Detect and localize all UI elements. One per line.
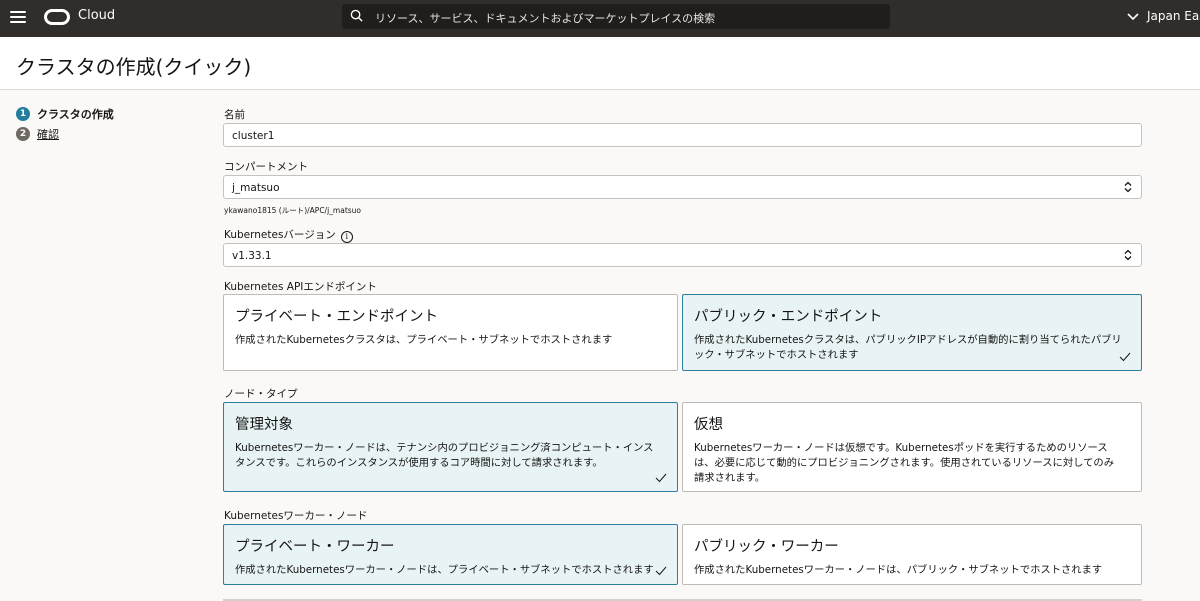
compartment-label: コンパートメント	[224, 161, 308, 173]
card-title: プライベート・ワーカー	[235, 539, 395, 555]
managed-node-card[interactable]: 管理対象 Kubernetesワーカー・ノードは、テナンシ内のプロビジョニング済…	[223, 402, 678, 492]
checkmark-icon	[1119, 352, 1131, 362]
checkmark-icon	[655, 566, 667, 576]
hamburger-menu-icon[interactable]	[10, 11, 26, 25]
step-create-cluster[interactable]: 1 クラスタの作成	[16, 106, 114, 122]
public-endpoint-card[interactable]: パブリック・エンドポイント 作成されたKubernetesクラスタは、パブリック…	[682, 294, 1142, 371]
step-label: 確認	[37, 128, 59, 141]
card-title: プライベート・エンドポイント	[235, 309, 438, 325]
k8s-version-label-text: Kubernetesバージョン	[224, 229, 336, 241]
search-input[interactable]: リソース、サービス、ドキュメントおよびマーケットプレイスの検索	[342, 4, 890, 29]
brand-label[interactable]: Cloud	[78, 8, 115, 23]
search-placeholder: リソース、サービス、ドキュメントおよびマーケットプレイスの検索	[375, 12, 716, 25]
compartment-value: j_matsuo	[232, 182, 280, 194]
oracle-logo-icon[interactable]	[44, 9, 70, 25]
name-value: cluster1	[232, 130, 275, 142]
node-type-label: ノード・タイプ	[224, 388, 298, 400]
virtual-node-card[interactable]: 仮想 Kubernetesワーカー・ノードは仮想です。Kubernetesポッド…	[682, 402, 1142, 492]
info-icon[interactable]: i	[340, 231, 353, 243]
private-worker-card[interactable]: プライベート・ワーカー 作成されたKubernetesワーカー・ノードは、プライ…	[223, 524, 678, 585]
worker-nodes-label: Kubernetesワーカー・ノード	[224, 510, 368, 522]
public-worker-card[interactable]: パブリック・ワーカー 作成されたKubernetesワーカー・ノードは、パブリッ…	[682, 524, 1142, 585]
card-description: 作成されたKubernetesクラスタは、プライベート・サブネットでホストされま…	[235, 334, 613, 346]
card-description: Kubernetesワーカー・ノードは、テナンシ内のプロビジョニング済コンピュー…	[235, 442, 654, 469]
top-header: Cloud リソース、サービス、ドキュメントおよびマーケットプレイスの検索 Ja…	[0, 0, 1200, 37]
step-label: クラスタの作成	[37, 108, 114, 121]
card-title: パブリック・ワーカー	[694, 539, 839, 555]
chevron-down-icon[interactable]	[1127, 10, 1139, 22]
card-description: 作成されたKubernetesワーカー・ノードは、パブリック・サブネットでホスト…	[694, 564, 1103, 576]
k8s-version-label: Kubernetesバージョン i	[224, 227, 353, 243]
select-updown-icon	[1124, 249, 1132, 261]
name-label: 名前	[224, 109, 245, 121]
page-title: クラスタの作成(クイック)	[16, 55, 252, 79]
card-title: 管理対象	[235, 417, 293, 433]
step-number: 2	[16, 127, 30, 141]
search-icon	[350, 9, 363, 22]
card-title: パブリック・エンドポイント	[694, 309, 883, 325]
compartment-select[interactable]: j_matsuo	[223, 175, 1142, 199]
card-description: 作成されたKubernetesワーカー・ノードは、プライベート・サブネットでホス…	[235, 564, 654, 576]
step-number: 1	[16, 107, 30, 121]
private-endpoint-card[interactable]: プライベート・エンドポイント 作成されたKubernetesクラスタは、プライベ…	[223, 294, 678, 371]
k8s-version-value: v1.33.1	[232, 250, 272, 262]
region-selector[interactable]: Japan Eas	[1147, 9, 1200, 23]
k8s-version-select[interactable]: v1.33.1	[223, 243, 1142, 267]
card-description: 作成されたKubernetesクラスタは、パブリックIPアドレスが自動的に割り当…	[694, 334, 1122, 361]
step-review[interactable]: 2 確認	[16, 126, 59, 142]
compartment-path-hint: ykawano1815 (ルート)/APC/j_matsuo	[224, 206, 362, 215]
title-bar: クラスタの作成(クイック)	[0, 37, 1200, 90]
checkmark-icon	[655, 473, 667, 483]
api-endpoint-label: Kubernetes APIエンドポイント	[224, 281, 377, 293]
card-description: Kubernetesワーカー・ノードは仮想です。Kubernetesポッドを実行…	[694, 442, 1115, 484]
name-input[interactable]: cluster1	[223, 123, 1142, 147]
card-title: 仮想	[694, 417, 723, 433]
select-updown-icon	[1124, 181, 1132, 193]
